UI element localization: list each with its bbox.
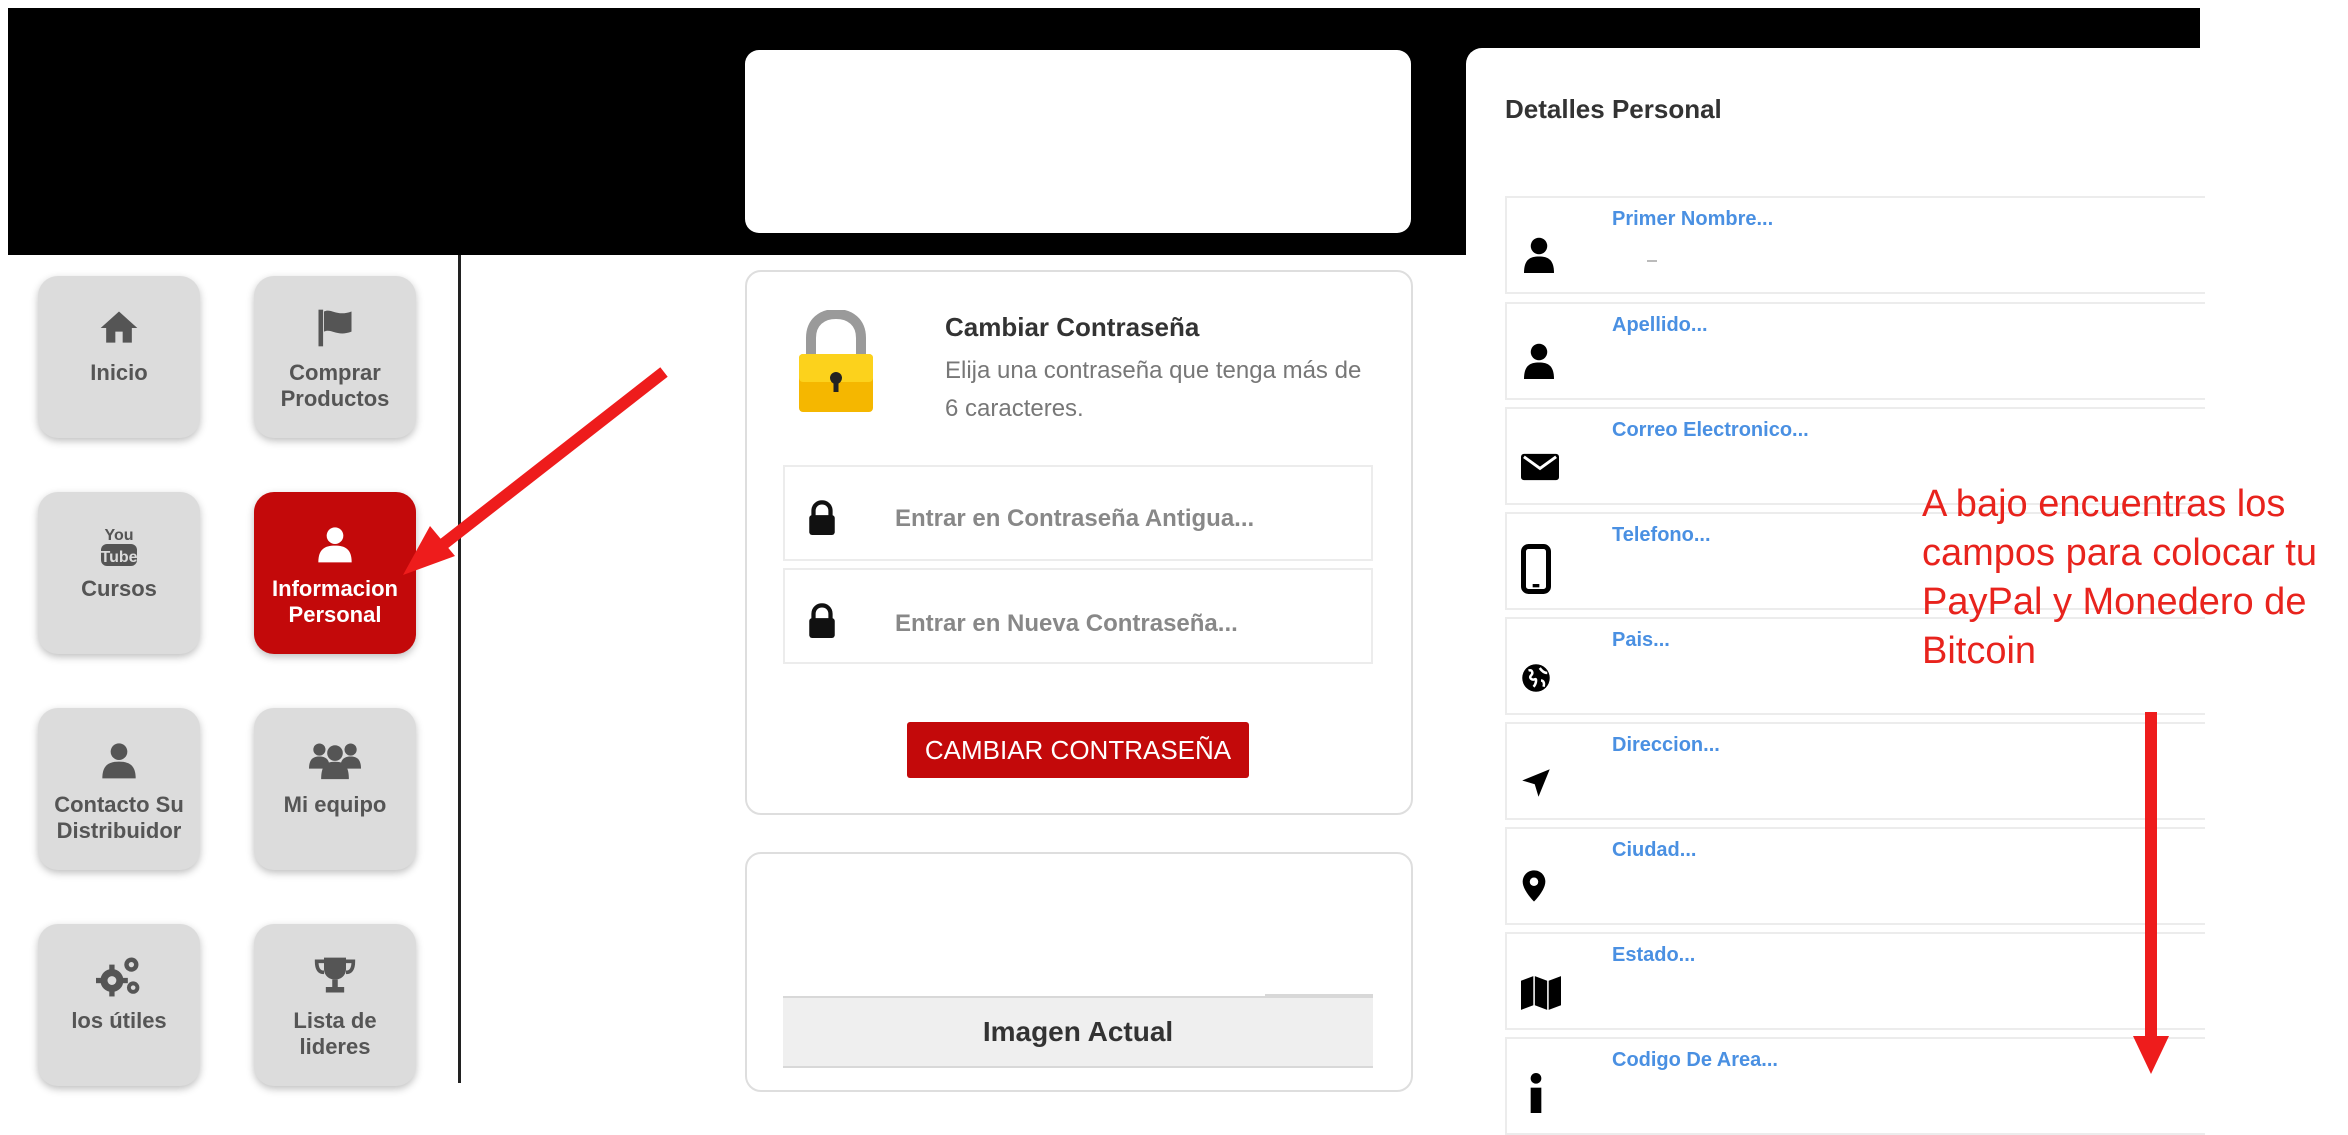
- annotation-arrows: [403, 367, 2169, 1074]
- arrow-down-to-fields: [2133, 712, 2169, 1074]
- arrow-to-informacion-personal: [403, 367, 668, 575]
